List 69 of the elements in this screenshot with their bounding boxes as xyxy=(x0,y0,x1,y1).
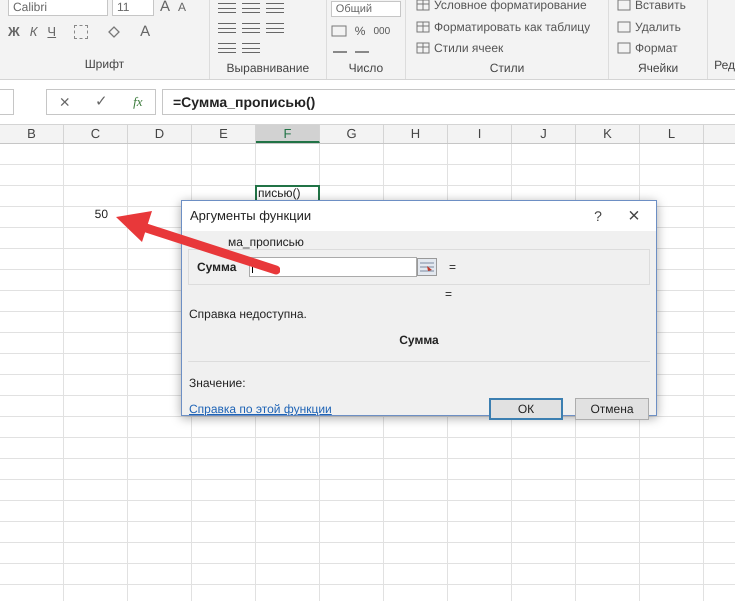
font-color-button[interactable]: A xyxy=(140,20,150,44)
styles-menu-button[interactable]: Условное форматирование xyxy=(434,0,587,14)
group-label: Стили xyxy=(490,60,524,78)
argument-field[interactable] xyxy=(249,257,417,277)
group-label: Выравнивание xyxy=(226,60,310,77)
group-title: ма_прописью xyxy=(227,235,305,249)
italic-button[interactable]: К xyxy=(30,22,38,42)
group-label: Шрифт xyxy=(84,56,124,72)
group-label: Число xyxy=(348,60,384,77)
enter-button[interactable]: ✓ xyxy=(95,90,108,114)
table-cell[interactable]: 50 xyxy=(94,208,108,221)
underline-button[interactable]: Ч xyxy=(47,22,56,42)
cells-icon[interactable] xyxy=(617,0,632,11)
dialog-button[interactable]: Отмена xyxy=(575,398,649,420)
number-format-field[interactable]: Общий xyxy=(330,1,402,17)
cells-icon[interactable] xyxy=(617,42,632,54)
close-button[interactable]: × xyxy=(612,201,656,231)
cells-menu-button[interactable]: Удалить xyxy=(635,18,681,36)
align-left-icon[interactable] xyxy=(218,22,236,34)
font-name-field[interactable]: Calibri xyxy=(8,0,108,16)
column-header[interactable]: J xyxy=(512,125,576,143)
function-result: = xyxy=(445,287,454,301)
cells-menu-button[interactable]: Вставить xyxy=(635,0,686,14)
table-style-icon[interactable] xyxy=(416,20,430,32)
description-text: Справка недоступна. xyxy=(189,306,308,323)
table-cell[interactable]: писью() xyxy=(258,187,300,200)
column-header[interactable]: F xyxy=(256,125,320,143)
grow-font-button[interactable]: A xyxy=(158,0,172,18)
shrink-font-button[interactable]: A xyxy=(176,0,188,16)
align-center-icon[interactable] xyxy=(242,22,260,34)
table-style-icon[interactable] xyxy=(416,42,430,54)
cancel-button[interactable]: × xyxy=(60,88,70,116)
column-header[interactable]: H xyxy=(384,125,448,143)
column-header[interactable]: B xyxy=(0,125,64,143)
cells-icon[interactable] xyxy=(617,20,632,32)
font-size-field[interactable]: 11 xyxy=(112,0,154,16)
decrease-indent-icon[interactable] xyxy=(218,42,236,54)
value-label: Значение: xyxy=(189,375,247,392)
argument-name: Сумма xyxy=(399,332,439,349)
help-button[interactable]: ? xyxy=(584,206,612,226)
borders-icon[interactable] xyxy=(74,25,88,39)
bold-button[interactable]: Ж xyxy=(8,22,20,42)
column-header[interactable]: L xyxy=(640,125,704,143)
percent-button[interactable]: % xyxy=(354,22,366,40)
group-label: Ред xyxy=(714,58,735,72)
argument-result: = xyxy=(449,259,456,276)
column-header[interactable]: I xyxy=(448,125,512,143)
cells-menu-button[interactable]: Формат xyxy=(635,39,678,58)
dialog-title: Аргументы функции xyxy=(190,207,312,226)
column-header[interactable]: G xyxy=(320,125,384,143)
help-link[interactable]: Справка по этой функции xyxy=(189,400,489,418)
dialog-button[interactable]: ОК xyxy=(489,398,563,420)
insert-function-button[interactable]: fx xyxy=(133,92,142,112)
align-bottom-icon[interactable] xyxy=(266,2,284,14)
formula-field[interactable]: =Сумма_прописью() xyxy=(162,89,735,115)
increase-indent-icon[interactable] xyxy=(242,42,260,54)
styles-menu-button[interactable]: Стили ячеек xyxy=(434,39,504,58)
column-header[interactable]: K xyxy=(576,125,640,143)
group-label: Ячейки xyxy=(638,60,678,78)
align-top-icon[interactable] xyxy=(218,2,236,14)
argument-label: Сумма xyxy=(197,259,238,276)
align-right-icon[interactable] xyxy=(266,22,284,34)
thousands-button[interactable]: 000 xyxy=(373,24,390,38)
table-style-icon[interactable] xyxy=(416,0,430,11)
range-select-icon[interactable] xyxy=(417,258,437,276)
column-header[interactable]: C xyxy=(64,125,128,143)
column-header[interactable]: D xyxy=(128,125,192,143)
align-middle-icon[interactable] xyxy=(242,2,260,14)
styles-menu-button[interactable]: Форматировать как таблицу xyxy=(434,18,590,36)
